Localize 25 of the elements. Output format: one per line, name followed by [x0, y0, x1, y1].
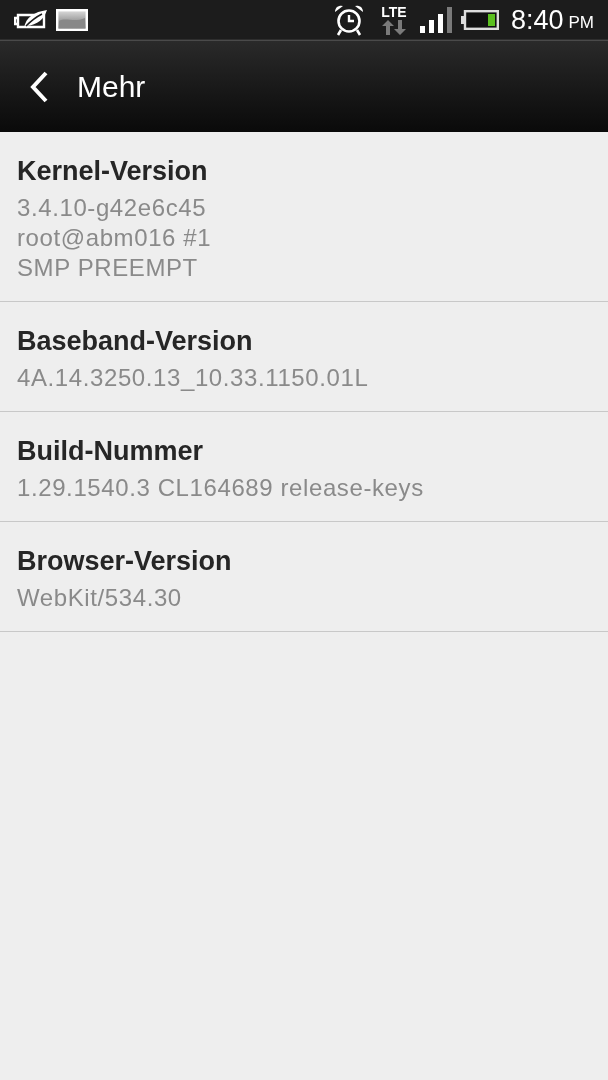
setting-title: Kernel-Version: [17, 155, 208, 188]
setting-row[interactable]: Build-Nummer 1.29.1540.3 CL164689 release-keys: [0, 412, 608, 522]
setting-value: 1.29.1540.3 CL164689 release-keys: [17, 473, 424, 503]
setting-row[interactable]: Kernel-Version 3.4.10-g42e6c45 root@abm016 #1 SMP PREEMPT: [0, 132, 608, 302]
clock-meridiem: PM: [568, 13, 594, 33]
signal-bars-icon: [419, 6, 452, 33]
setting-value: 3.4.10-g42e6c45: [17, 193, 207, 223]
picture-icon: [56, 8, 88, 31]
clock-time: 8:40: [510, 3, 564, 36]
network-type-label: LTE: [381, 4, 407, 20]
setting-value: root@abm016 #1: [17, 223, 212, 253]
back-chevron-icon: [29, 70, 49, 103]
setting-value: 4A.14.3250.13_10.33.1150.01L: [17, 363, 369, 393]
setting-value: WebKit/534.30: [17, 583, 182, 613]
screen-title: Mehr: [77, 68, 146, 105]
eco-battery-icon: [14, 8, 48, 31]
data-arrows-icon: [380, 19, 407, 35]
setting-row[interactable]: Baseband-Version 4A.14.3250.13_10.33.1150.01L: [0, 302, 608, 412]
setting-title: Build-Nummer: [17, 435, 203, 468]
alarm-clock-icon: [332, 3, 365, 36]
battery-icon: [460, 9, 499, 30]
setting-value: SMP PREEMPT: [17, 253, 198, 283]
setting-title: Baseband-Version: [17, 325, 253, 358]
setting-row[interactable]: Browser-Version WebKit/534.30: [0, 522, 608, 632]
setting-title: Browser-Version: [17, 545, 232, 578]
